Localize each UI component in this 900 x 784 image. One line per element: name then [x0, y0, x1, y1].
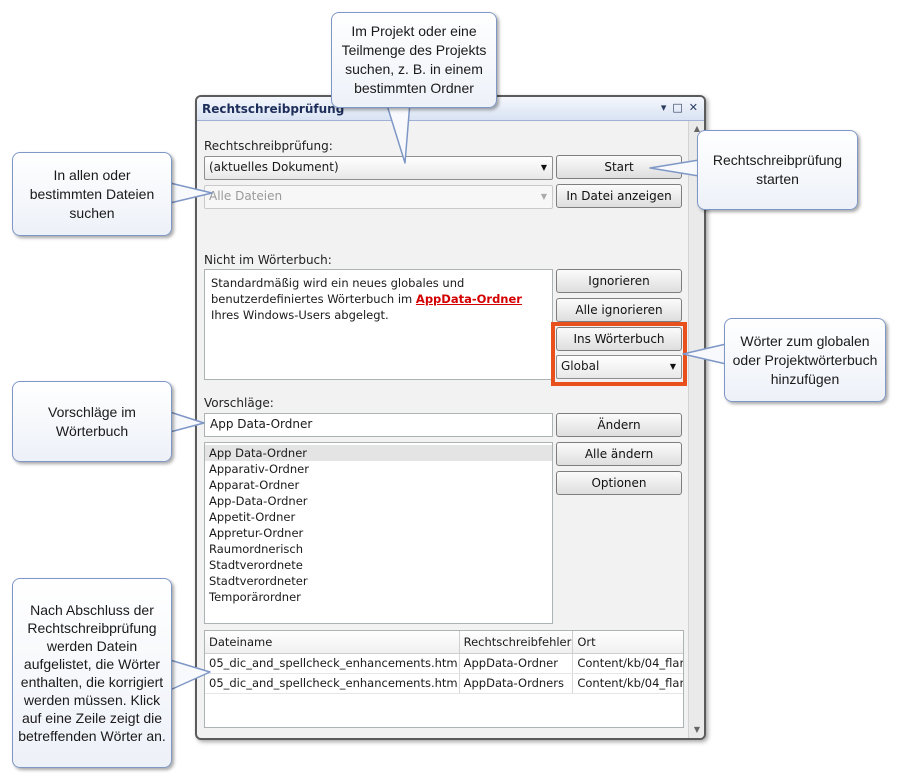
callout-project-search: Im Projekt oder eine Teilmenge des Proje… — [331, 12, 497, 108]
callout-suggestions: Vorschläge im Wörterbuch — [12, 381, 172, 462]
callout-results: Nach Abschluss der Rechtschreibprüfung w… — [12, 578, 172, 768]
callout-start-spellcheck: Rechtschreibprüfung starten — [697, 130, 858, 210]
callout-pointer-results — [169, 659, 211, 691]
callout-pointer-project — [385, 101, 411, 164]
callout-file-search: In allen oder bestimmten Dateien suchen — [12, 152, 172, 236]
callout-pointer-add-words — [682, 343, 727, 365]
callout-add-words: Wörter zum globalen oder Projektwörterbu… — [724, 318, 886, 402]
callout-pointer-start — [649, 159, 700, 177]
callout-pointer-suggestions — [169, 411, 205, 433]
callout-pointer-files — [169, 182, 213, 204]
